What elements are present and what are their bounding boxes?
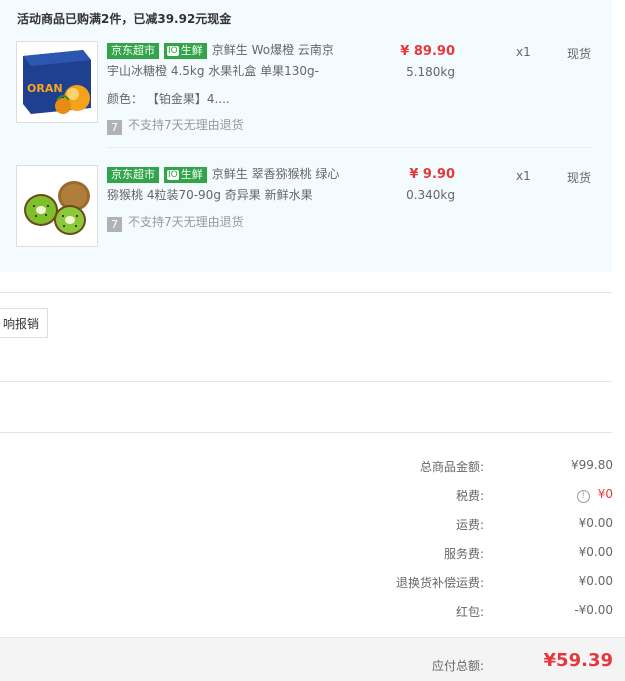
jd-supermarket-tag: 京东超市 [107, 43, 159, 59]
total-label: 应付总额: [431, 659, 484, 673]
orange-gift-box-image: ORAN [17, 42, 97, 122]
fresh-tag-icon: IO [167, 170, 179, 180]
section-divider [0, 432, 612, 433]
summary-label-shipping: 运费: [455, 518, 484, 532]
fresh-tag: IO 生鲜 [164, 43, 207, 59]
fresh-tag-icon: IO [167, 46, 179, 56]
seven-day-icon: 7 [107, 120, 122, 135]
svg-text:ORAN: ORAN [27, 82, 63, 95]
summary-label-service: 服务费: [443, 547, 484, 561]
fresh-tag: IO 生鲜 [164, 167, 207, 183]
tax-amount: ¥0 [597, 487, 613, 501]
kiwi-fruit-image [17, 166, 97, 246]
attr-value: 【铂金果】4.... [146, 92, 230, 106]
no-return-text: 不支持7天无理由退货 [128, 118, 244, 132]
product-image[interactable] [16, 165, 98, 247]
summary-value-shipping: ¥0.00 [578, 516, 613, 530]
invoice-button[interactable]: 响报销 [0, 308, 48, 338]
summary-value-goods: ¥99.80 [571, 458, 613, 472]
item-divider [107, 147, 592, 148]
fresh-tag-label: 生鲜 [180, 44, 203, 57]
jd-supermarket-tag: 京东超市 [107, 167, 159, 183]
summary-value-service: ¥0.00 [578, 545, 613, 559]
product-name[interactable]: 京东超市 IO 生鲜 京鲜生 翠香猕猴桃 绿心猕猴桃 4粒装70-90g 奇异果 新鲜… [107, 164, 345, 206]
summary-value-return-shipping: ¥0.00 [578, 574, 613, 588]
product-name[interactable]: 京东超市 IO 生鲜 京鲜生 Wo爆橙 云南京宇山冰糖橙 4.5kg 水果礼盒 单果1… [107, 40, 345, 82]
no-return-notice: 7 不支持7天无理由退货 [107, 116, 244, 135]
product-weight: 0.340kg [406, 188, 455, 202]
seven-day-icon: 7 [107, 217, 122, 232]
product-attribute: 颜色： 【铂金果】4.... [107, 90, 230, 107]
summary-value-tax: ! ¥0 [576, 487, 613, 503]
product-quantity: x1 [516, 45, 531, 59]
stock-status: 现货 [567, 171, 592, 185]
product-price: ¥ 9.90 [409, 167, 455, 182]
product-price: ¥ 89.90 [400, 44, 455, 59]
summary-value-redpacket: -¥0.00 [574, 603, 613, 617]
promo-title: 活动商品已购满2件，已减39.92元现金 [17, 12, 232, 26]
fresh-tag-label: 生鲜 [180, 168, 203, 181]
total-bar: 应付总额: ¥59.39 [0, 637, 625, 681]
summary-label-goods: 总商品金额: [419, 460, 484, 474]
summary-label-redpacket: 红包: [455, 605, 484, 619]
section-divider [0, 292, 612, 293]
section-divider [0, 381, 612, 382]
product-image[interactable]: ORAN [16, 41, 98, 123]
attr-label: 颜色： [107, 92, 144, 106]
total-amount: ¥59.39 [543, 650, 613, 671]
info-icon[interactable]: ! [576, 490, 590, 503]
no-return-text: 不支持7天无理由退货 [128, 215, 244, 229]
product-weight: 5.180kg [406, 65, 455, 79]
no-return-notice: 7 不支持7天无理由退货 [107, 213, 244, 232]
stock-status: 现货 [567, 47, 592, 61]
summary-label-tax: 税费: [455, 489, 484, 503]
summary-label-return-shipping: 退换货补偿运费: [395, 576, 484, 590]
promo-section: 活动商品已购满2件，已减39.92元现金 ORAN 京东超市 IO 生鲜 京鲜生 Wo… [0, 0, 612, 272]
product-quantity: x1 [516, 169, 531, 183]
